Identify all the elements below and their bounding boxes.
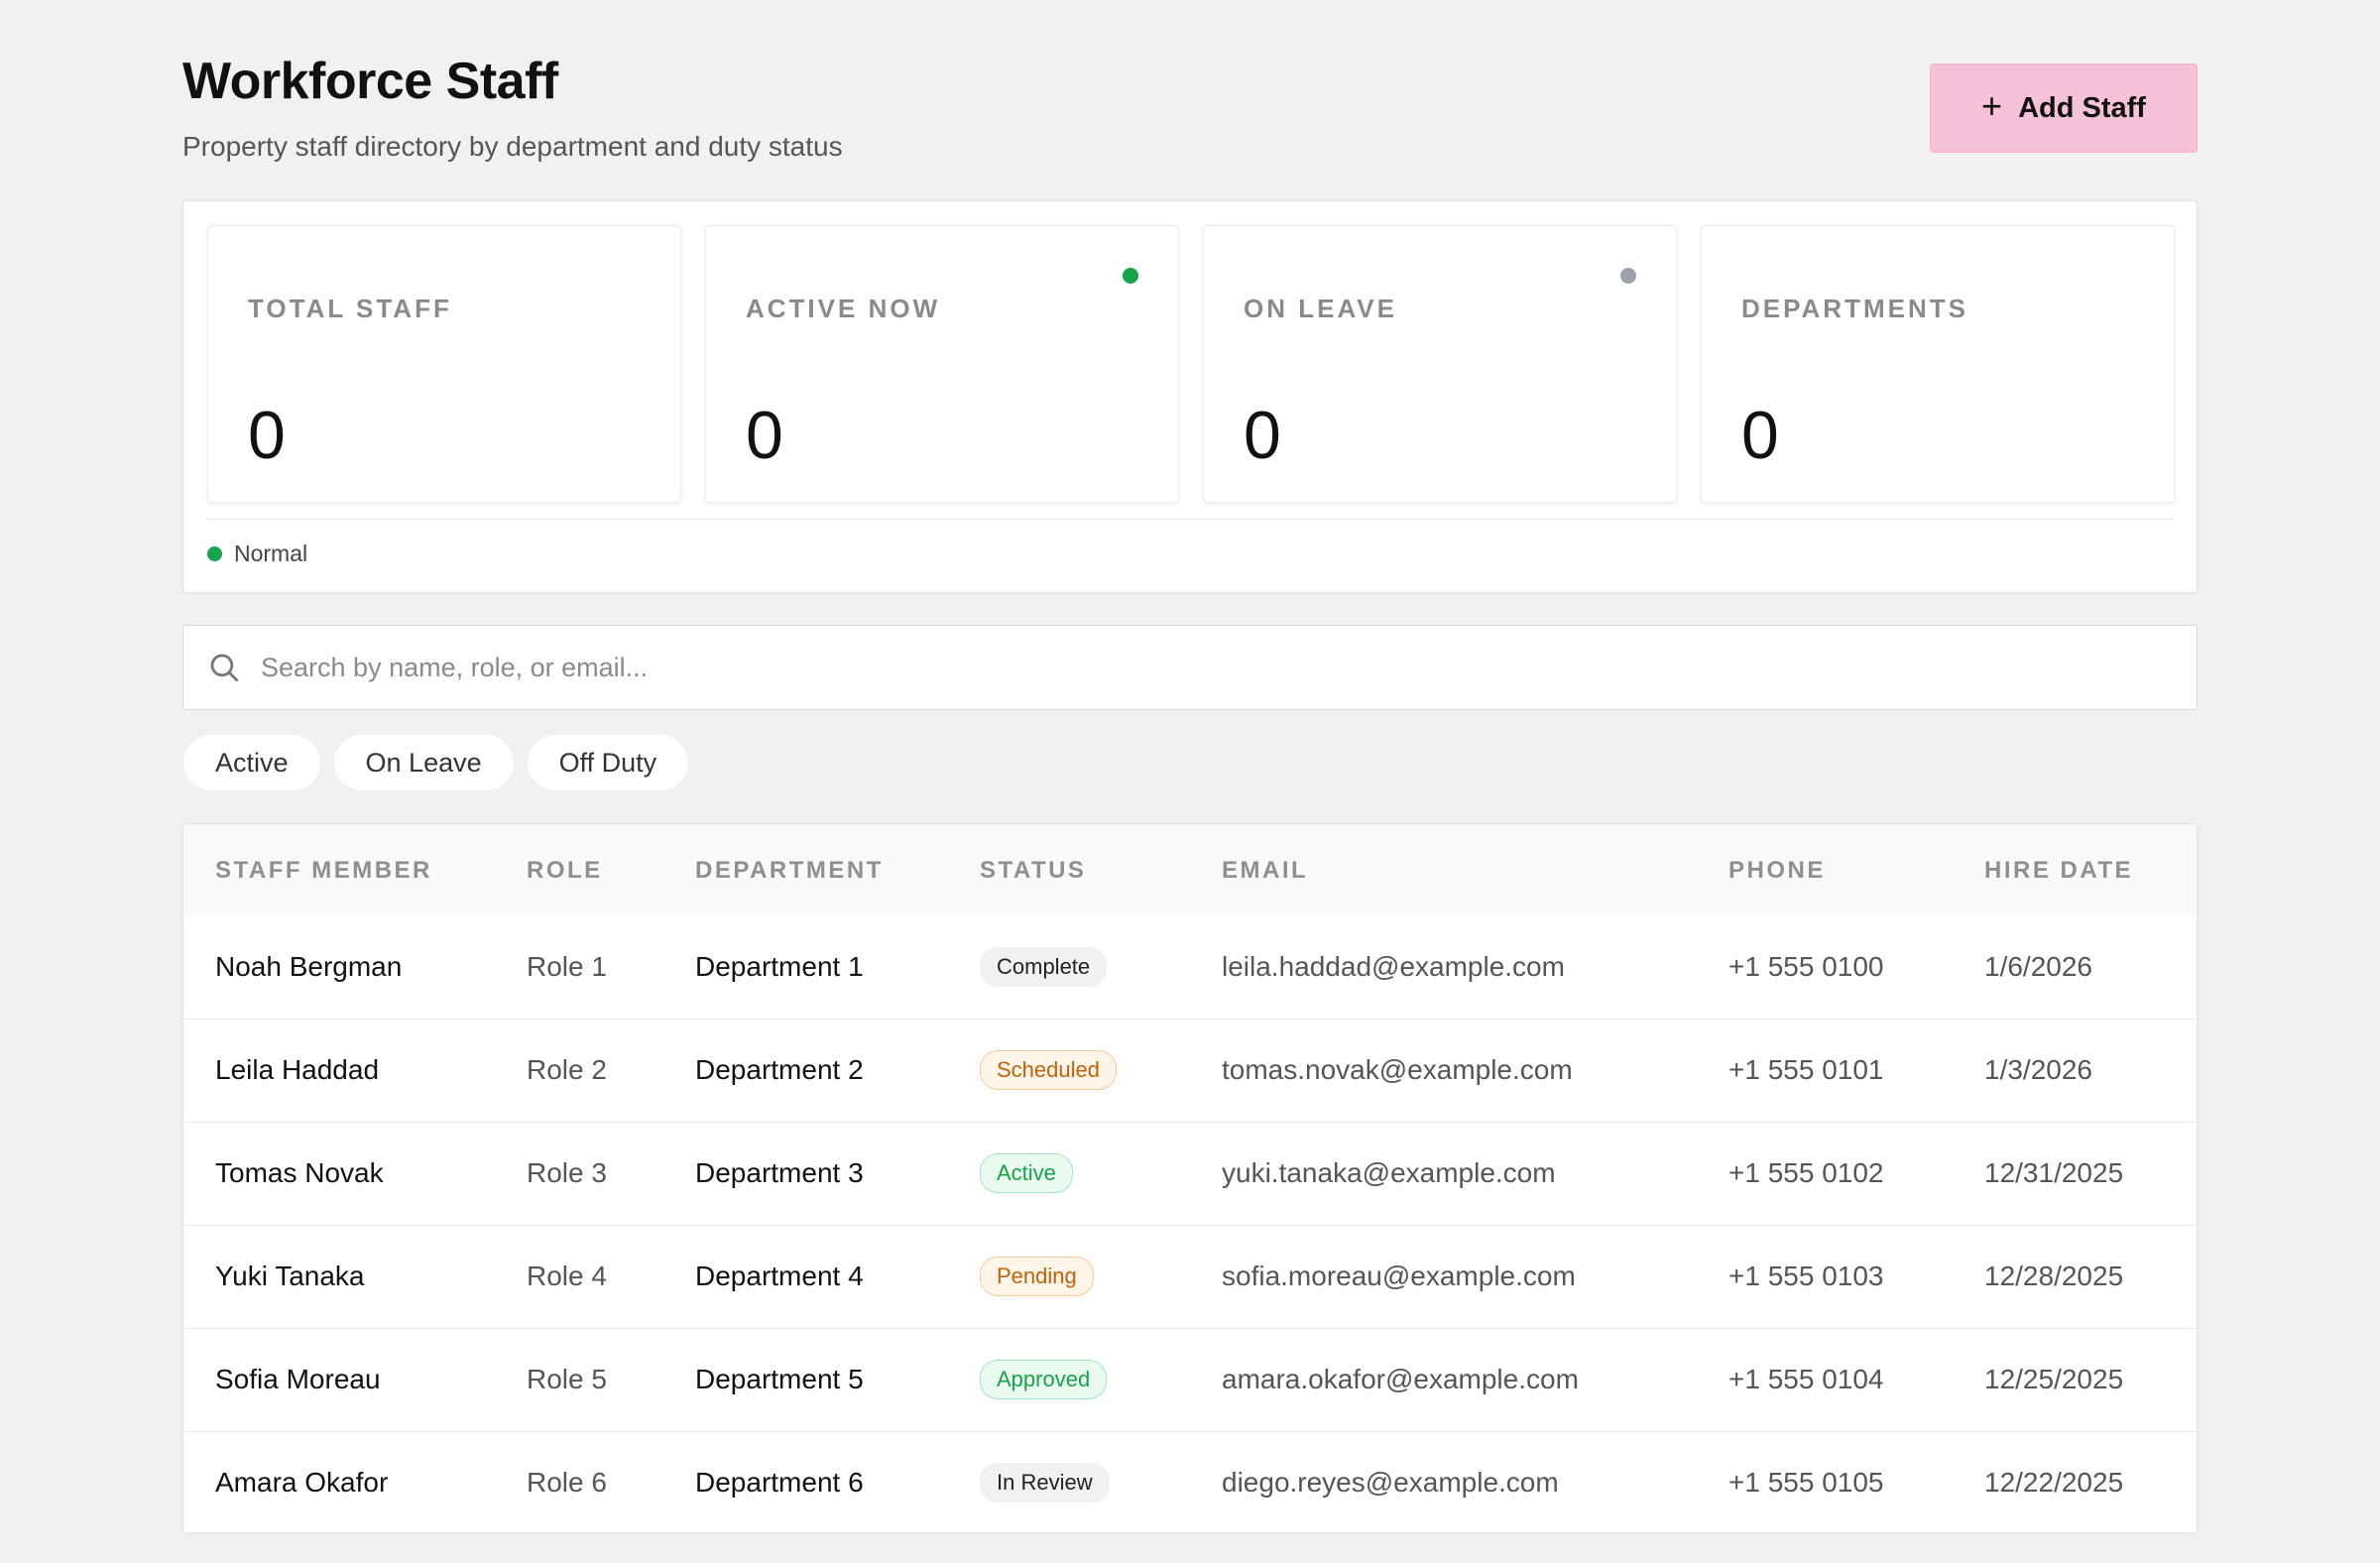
status-cell: Pending: [948, 1225, 1190, 1328]
status-badge: Scheduled: [980, 1049, 1117, 1091]
stat-card-active-now: ACTIVE NOW 0: [705, 225, 1179, 503]
staff-role: Role 6: [527, 1467, 607, 1499]
page-subtitle: Property staff directory by department a…: [182, 131, 843, 162]
stat-value: 0: [746, 398, 783, 473]
staff-role: Role 2: [527, 1054, 607, 1085]
stat-card-total-staff: TOTAL STAFF 0: [207, 225, 681, 503]
status-badge: In Review: [980, 1463, 1110, 1503]
staff-email[interactable]: sofia.moreau@example.com: [1190, 1225, 1697, 1328]
status-cell: In Review: [948, 1431, 1190, 1532]
column-header-role[interactable]: ROLE: [495, 824, 663, 915]
staff-table: STAFF MEMBER ROLE DEPARTMENT STATUS EMAI…: [182, 823, 2198, 1533]
stat-value: 0: [1244, 398, 1281, 473]
staff-name: Leila Haddad: [215, 1054, 380, 1085]
staff-role: Role 3: [527, 1157, 607, 1188]
staff-hire-date: 12/22/2025: [1984, 1467, 2124, 1499]
staff-phone: +1 555 0102: [1728, 1157, 1884, 1188]
page-title: Workforce Staff: [182, 53, 558, 110]
staff-name: Amara Okafor: [215, 1467, 389, 1499]
search-icon: [210, 654, 239, 682]
staff-email[interactable]: yuki.tanaka@example.com: [1190, 1122, 1697, 1225]
status-badge: Complete: [980, 946, 1108, 987]
filter-chip-active[interactable]: Active: [182, 734, 321, 791]
staff-name: Yuki Tanaka: [215, 1261, 365, 1291]
stat-card-on-leave: ON LEAVE 0: [1203, 225, 1677, 503]
filter-chip-off-duty[interactable]: Off Duty: [526, 734, 690, 791]
status-cell: Complete: [948, 915, 1190, 1019]
status-badge: Pending: [980, 1256, 1094, 1297]
table-row[interactable]: Sofia Moreau Role 5 Department 5 Approve…: [183, 1328, 2197, 1431]
search-box[interactable]: [182, 625, 2198, 710]
staff-email[interactable]: amara.okafor@example.com: [1190, 1328, 1697, 1431]
staff-department: Department 1: [695, 950, 864, 982]
stat-value: 0: [248, 398, 286, 473]
plus-icon: +: [1981, 85, 2003, 126]
stats-panel: TOTAL STAFF 0 ACTIVE NOW 0 ON LEAVE 0 DE…: [182, 200, 2198, 593]
staff-phone: +1 555 0104: [1728, 1364, 1884, 1394]
staff-department: Department 6: [695, 1467, 864, 1499]
table-row[interactable]: Amara Okafor Role 6 Department 6 In Revi…: [183, 1431, 2197, 1532]
status-cell: Scheduled: [948, 1019, 1190, 1122]
staff-phone: +1 555 0100: [1728, 950, 1884, 982]
staff-hire-date: 1/3/2026: [1984, 1054, 2092, 1085]
column-header-hire-date[interactable]: HIRE DATE: [1953, 824, 2197, 915]
staff-hire-date: 1/6/2026: [1984, 950, 2092, 982]
legend-label: Normal: [234, 541, 308, 566]
staff-name: Tomas Novak: [215, 1157, 384, 1188]
legend-dot-icon: [207, 546, 222, 561]
table-row[interactable]: Leila Haddad Role 2 Department 2 Schedul…: [183, 1019, 2197, 1122]
staff-email[interactable]: tomas.novak@example.com: [1190, 1019, 1697, 1122]
table-row[interactable]: Yuki Tanaka Role 4 Department 4 Pending …: [183, 1225, 2197, 1328]
staff-role: Role 4: [527, 1261, 607, 1291]
leave-status-dot-icon: [1620, 268, 1636, 284]
table-header-row: STAFF MEMBER ROLE DEPARTMENT STATUS EMAI…: [183, 824, 2197, 915]
status-legend: Normal: [207, 541, 307, 567]
column-header-status[interactable]: STATUS: [948, 824, 1190, 915]
table-row[interactable]: Tomas Novak Role 3 Department 3 Active y…: [183, 1122, 2197, 1225]
stat-label: TOTAL STAFF: [248, 294, 452, 323]
column-header-department[interactable]: DEPARTMENT: [663, 824, 948, 915]
staff-phone: +1 555 0105: [1728, 1467, 1884, 1499]
add-staff-label: Add Staff: [2018, 91, 2146, 124]
staff-email[interactable]: leila.haddad@example.com: [1190, 915, 1697, 1019]
table-row[interactable]: Noah Bergman Role 1 Department 1 Complet…: [183, 915, 2197, 1019]
status-cell: Approved: [948, 1328, 1190, 1431]
stat-card-departments: DEPARTMENTS 0: [1701, 225, 2175, 503]
staff-phone: +1 555 0101: [1728, 1054, 1884, 1085]
page-header: Workforce Staff Property staff directory…: [182, 0, 2198, 198]
column-header-email[interactable]: EMAIL: [1190, 824, 1697, 915]
staff-name: Noah Bergman: [215, 950, 403, 982]
filter-chip-on-leave[interactable]: On Leave: [332, 734, 515, 791]
status-cell: Active: [948, 1122, 1190, 1225]
search-input[interactable]: [261, 652, 2145, 683]
staff-hire-date: 12/25/2025: [1984, 1364, 2124, 1394]
staff-department: Department 3: [695, 1157, 864, 1188]
staff-hire-date: 12/31/2025: [1984, 1157, 2124, 1188]
staff-page: Workforce Staff Property staff directory…: [182, 0, 2198, 1533]
staff-department: Department 2: [695, 1054, 864, 1085]
column-header-phone[interactable]: PHONE: [1697, 824, 1953, 915]
staff-hire-date: 12/28/2025: [1984, 1261, 2124, 1291]
stat-label: ON LEAVE: [1244, 294, 1397, 323]
add-staff-button[interactable]: + Add Staff: [1930, 63, 2198, 153]
status-filters: Active On Leave Off Duty: [182, 734, 690, 791]
active-status-dot-icon: [1123, 268, 1138, 284]
status-badge: Active: [980, 1152, 1073, 1194]
divider: [207, 519, 2173, 520]
staff-email[interactable]: diego.reyes@example.com: [1190, 1431, 1697, 1532]
staff-department: Department 5: [695, 1364, 864, 1394]
staff-role: Role 5: [527, 1364, 607, 1394]
staff-role: Role 1: [527, 950, 607, 982]
status-badge: Approved: [980, 1359, 1108, 1400]
stat-value: 0: [1741, 398, 1779, 473]
staff-phone: +1 555 0103: [1728, 1261, 1884, 1291]
staff-name: Sofia Moreau: [215, 1364, 381, 1394]
column-header-staff-member[interactable]: STAFF MEMBER: [183, 824, 495, 915]
staff-department: Department 4: [695, 1261, 864, 1291]
stat-label: ACTIVE NOW: [746, 294, 941, 323]
stat-label: DEPARTMENTS: [1741, 294, 1968, 323]
